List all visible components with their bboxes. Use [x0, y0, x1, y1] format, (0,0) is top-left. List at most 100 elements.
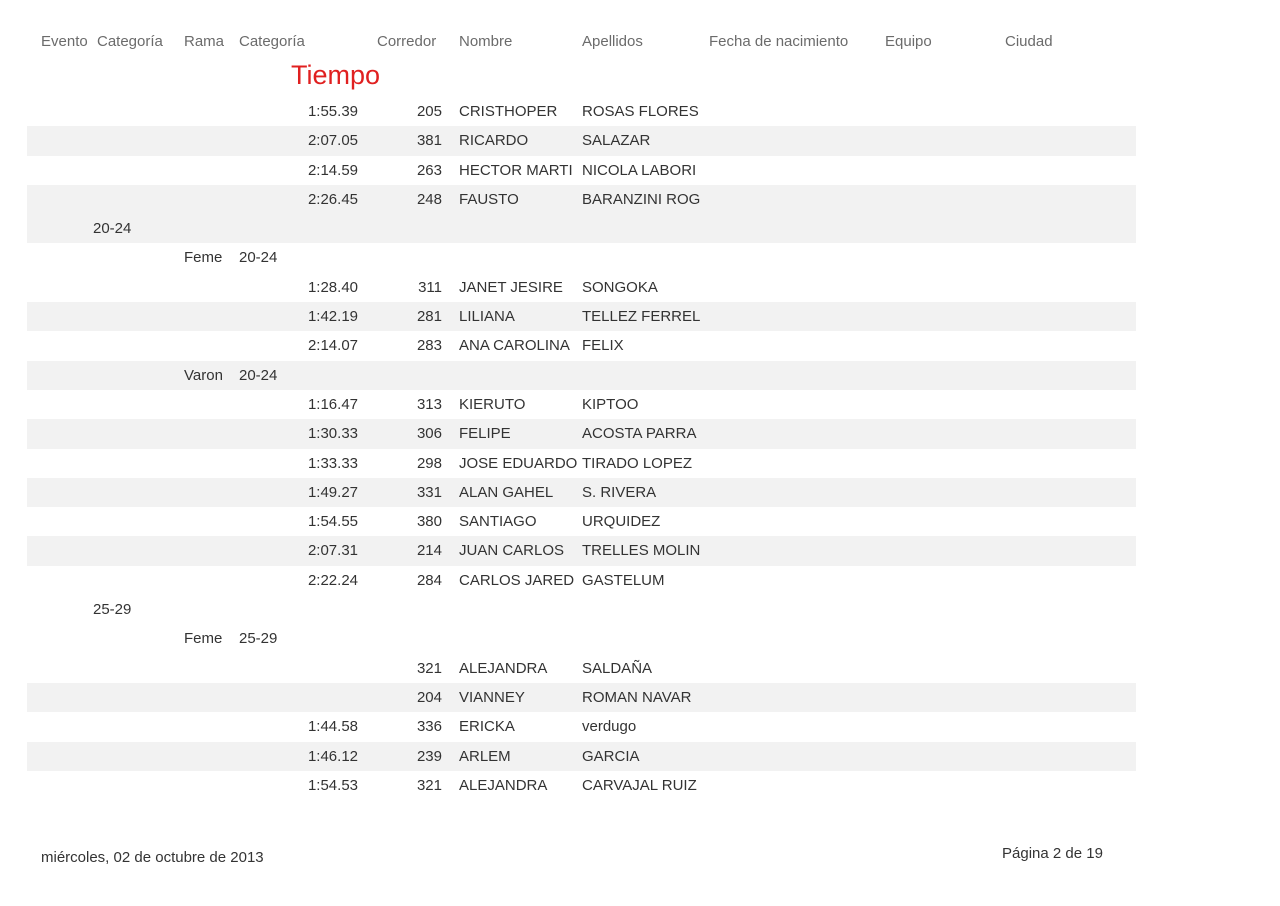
table-row: Varon 20-24 — [0, 360, 1280, 390]
corredor-cell: 284 — [416, 571, 442, 589]
corredor-cell: 331 — [416, 483, 442, 501]
tiempo-cell: 2:07.31 — [307, 542, 358, 560]
corredor-cell: 263 — [416, 161, 442, 179]
corredor-cell: 306 — [416, 425, 442, 443]
apellidos-cell: TIRADO LOPEZ — [582, 454, 693, 472]
nombre-cell: SANTIAGO — [459, 513, 537, 531]
footer-page-number: Página 2 de 19 — [1002, 845, 1103, 862]
corredor-cell: 239 — [416, 747, 442, 765]
tiempo-cell: 2:14.07 — [307, 337, 358, 355]
table-row: 1:46.12 239 ARLEM GARCIA — [0, 741, 1280, 771]
corredor-cell: 283 — [416, 337, 442, 355]
table-row: 1:30.33 306 FELIPE ACOSTA PARRA — [0, 419, 1280, 449]
apellidos-cell: CARVAJAL RUIZ — [582, 776, 697, 794]
nombre-cell: HECTOR MARTI — [459, 161, 573, 179]
nombre-cell: ARLEM — [459, 747, 511, 765]
apellidos-cell: GASTELUM — [582, 571, 665, 589]
corredor-cell: 281 — [416, 308, 442, 326]
corredor-cell: 204 — [416, 688, 442, 706]
apellidos-cell: BARANZINI ROG — [582, 190, 701, 208]
results-table: 1:55.39 205 CRISTHOPER ROSAS FLORES 2:07.05 3… — [0, 97, 1280, 800]
tiempo-cell: 1:44.58 — [307, 718, 358, 736]
nombre-cell: ALEJANDRA — [459, 776, 548, 794]
corredor-cell: 311 — [418, 278, 442, 296]
nombre-cell: ERICKA — [459, 718, 515, 736]
header-categoria-2: Categoría — [239, 33, 305, 50]
tiempo-cell: 1:49.27 — [307, 483, 358, 501]
header-equipo: Equipo — [885, 33, 932, 50]
header-fecha-nacimiento: Fecha de nacimiento — [709, 33, 849, 50]
table-row: 1:16.47 313 KIERUTO KIPTOO — [0, 390, 1280, 419]
rama-cell: Feme — [184, 630, 223, 648]
tiempo-cell: 1:54.53 — [307, 776, 358, 794]
nombre-cell: VIANNEY — [459, 688, 525, 706]
header-evento: Evento — [41, 33, 88, 50]
nombre-cell: CRISTHOPER — [459, 103, 558, 120]
tiempo-cell: 2:07.05 — [307, 132, 358, 150]
table-row: 204 VIANNEY ROMAN NAVAR — [0, 682, 1280, 713]
table-row: 1:44.58 336 ERICKA verdugo — [0, 712, 1280, 741]
header-categoria: Categoría — [97, 33, 163, 50]
corredor-cell: 214 — [416, 542, 442, 560]
table-row: 20-24 — [0, 214, 1280, 244]
header-corredor: Corredor — [377, 33, 437, 50]
apellidos-cell: TRELLES MOLIN — [582, 542, 701, 560]
apellidos-cell: SALAZAR — [582, 132, 651, 150]
table-row: 1:55.39 205 CRISTHOPER ROSAS FLORES — [0, 97, 1280, 126]
apellidos-cell: SALDAÑA — [582, 659, 653, 677]
corredor-cell: 313 — [416, 395, 442, 413]
column-header-row: Evento Categoría Rama Categoría Corredor… — [0, 33, 1280, 55]
apellidos-cell: verdugo — [582, 718, 637, 736]
footer-date: miércoles, 02 de octubre de 2013 — [41, 849, 264, 866]
apellidos-cell: URQUIDEZ — [582, 513, 661, 531]
table-row: 1:28.40 311 JANET JESIRE SONGOKA — [0, 273, 1280, 302]
table-row: 1:42.19 281 LILIANA TELLEZ FERREL — [0, 302, 1280, 332]
apellidos-cell: GARCIA — [582, 747, 640, 765]
rama-cell: Varon — [184, 366, 223, 384]
table-row: 2:07.31 214 JUAN CARLOS TRELLES MOLIN — [0, 536, 1280, 566]
corredor-cell: 321 — [416, 659, 442, 677]
corredor-cell: 321 — [416, 776, 442, 794]
table-row: 25-29 — [0, 595, 1280, 624]
table-row: 2:14.07 283 ANA CAROLINA FELIX — [0, 331, 1280, 360]
corredor-cell: 336 — [416, 718, 442, 736]
header-nombre: Nombre — [459, 33, 513, 50]
corredor-cell: 205 — [416, 103, 442, 120]
table-row: 321 ALEJANDRA SALDAÑA — [0, 654, 1280, 683]
header-rama: Rama — [184, 33, 225, 50]
header-apellidos: Apellidos — [582, 33, 643, 50]
row-background — [27, 214, 1136, 244]
tiempo-cell: 1:30.33 — [307, 425, 358, 443]
apellidos-cell: ROMAN NAVAR — [582, 688, 692, 706]
tiempo-cell: 2:14.59 — [307, 161, 358, 179]
tiempo-cell: 1:28.40 — [307, 278, 358, 296]
nombre-cell: ALEJANDRA — [459, 659, 548, 677]
categoria-cell: 20-24 — [239, 366, 278, 384]
tiempo-cell: 2:22.24 — [307, 571, 358, 589]
apellidos-cell: NICOLA LABORI — [582, 161, 697, 179]
tiempo-cell: 1:55.39 — [307, 103, 358, 120]
nombre-cell: ANA CAROLINA — [459, 337, 570, 355]
nombre-cell: KIERUTO — [459, 395, 526, 413]
corredor-cell: 248 — [416, 190, 442, 208]
table-row: 2:26.45 248 FAUSTO BARANZINI ROG — [0, 184, 1280, 215]
table-row: 1:54.55 380 SANTIAGO URQUIDEZ — [0, 507, 1280, 536]
corredor-cell: 298 — [416, 454, 442, 472]
tiempo-cell: 1:42.19 — [307, 308, 358, 326]
table-row: 1:54.53 321 ALEJANDRA CARVAJAL RUIZ — [0, 771, 1280, 800]
nombre-cell: JANET JESIRE — [459, 278, 563, 296]
nombre-cell: CARLOS JARED — [459, 571, 575, 589]
apellidos-cell: TELLEZ FERREL — [582, 308, 701, 326]
age-group-cell: 20-24 — [93, 220, 132, 238]
table-row: 2:07.05 381 RICARDO SALAZAR — [0, 126, 1280, 156]
nombre-cell: ALAN GAHEL — [459, 483, 554, 501]
tiempo-cell: 1:54.55 — [307, 513, 358, 531]
apellidos-cell: ROSAS FLORES — [582, 103, 699, 120]
nombre-cell: LILIANA — [459, 308, 515, 326]
table-row: 2:14.59 263 HECTOR MARTI NICOLA LABORI — [0, 156, 1280, 185]
apellidos-cell: SONGOKA — [582, 278, 658, 296]
apellidos-cell: ACOSTA PARRA — [582, 425, 697, 443]
rama-cell: Feme — [184, 249, 223, 267]
nombre-cell: JUAN CARLOS — [459, 542, 565, 560]
tiempo-cell: 1:46.12 — [307, 747, 358, 765]
